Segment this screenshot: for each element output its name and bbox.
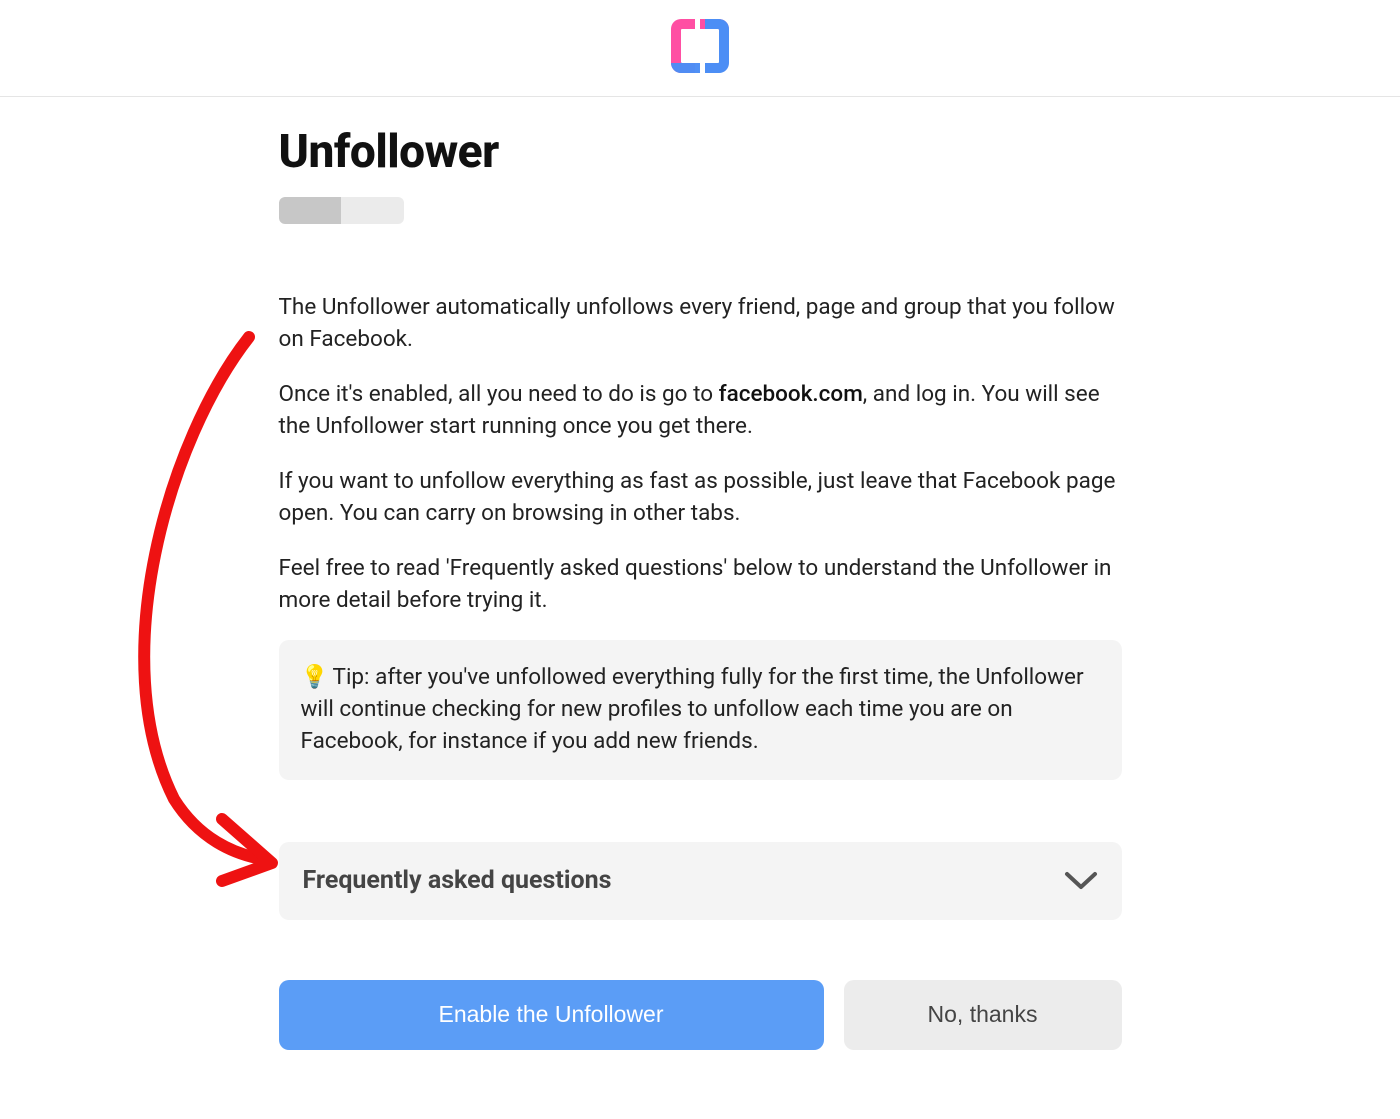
tip-callout: 💡Tip: after you've unfollowed everything…	[279, 640, 1122, 780]
tip-text: Tip: after you've unfollowed everything …	[301, 664, 1084, 754]
intro-paragraph-4: Feel free to read 'Frequently asked ques…	[279, 553, 1122, 616]
faq-title: Frequently asked questions	[303, 866, 612, 895]
facebook-link[interactable]: facebook.com	[719, 381, 863, 407]
intro-p2-pre: Once it's enabled, all you need to do is…	[279, 381, 719, 407]
faq-accordion[interactable]: Frequently asked questions	[279, 842, 1122, 920]
decline-button[interactable]: No, thanks	[844, 980, 1122, 1050]
brand-logo	[670, 18, 730, 78]
app-header	[0, 0, 1400, 97]
progress-indicator	[279, 197, 404, 224]
intro-paragraph-2: Once it's enabled, all you need to do is…	[279, 379, 1122, 442]
main-content: Unfollower The Unfollower automatically …	[279, 97, 1122, 1050]
intro-paragraph-1: The Unfollower automatically unfollows e…	[279, 292, 1122, 355]
enable-button[interactable]: Enable the Unfollower	[279, 980, 824, 1050]
action-buttons: Enable the Unfollower No, thanks	[279, 980, 1122, 1050]
lightbulb-icon: 💡	[301, 664, 329, 690]
progress-fill	[279, 197, 342, 224]
chevron-down-icon	[1064, 864, 1098, 898]
annotation-arrow	[114, 329, 294, 889]
intro-paragraph-3: If you want to unfollow everything as fa…	[279, 466, 1122, 529]
page-title: Unfollower	[279, 125, 1122, 179]
